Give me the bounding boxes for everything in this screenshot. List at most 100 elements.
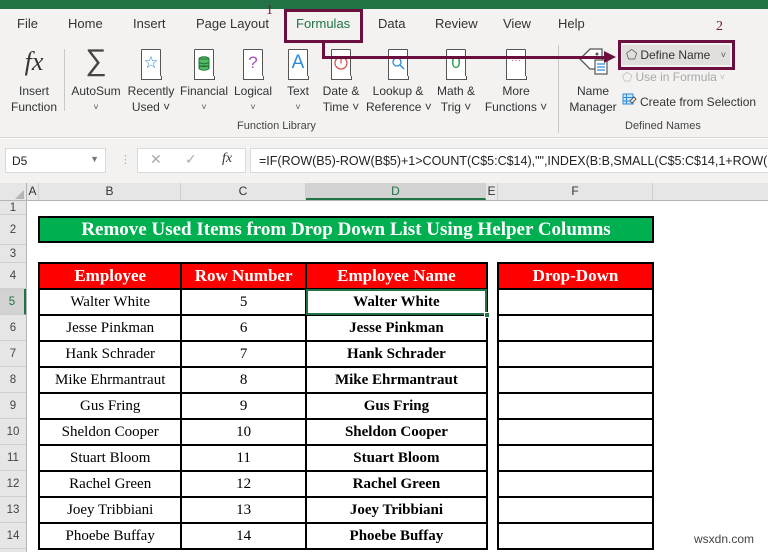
cell-drop-down[interactable] [497,392,654,420]
row-header[interactable]: 6 [0,315,26,341]
cell-employee[interactable]: Rachel Green [37,470,183,498]
tab-data[interactable]: Data [378,16,405,31]
row-header[interactable]: 9 [0,393,26,419]
column-header-a[interactable]: A [27,183,39,200]
tab-home[interactable]: Home [68,16,103,31]
cell-drop-down[interactable] [497,366,654,394]
cell-drop-down[interactable] [497,314,654,342]
tab-help[interactable]: Help [558,16,585,31]
cell-drop-down[interactable] [497,470,654,498]
cell-row-number[interactable]: 6 [180,314,307,342]
insert-function-fx-icon[interactable]: fx [222,151,232,167]
math-trig-button[interactable]: 0 Math & Trig ˅ [434,43,478,115]
cell-employee[interactable]: Sheldon Cooper [37,418,183,446]
cell-employee[interactable]: Hank Schrader [37,340,183,368]
row-header[interactable]: 5 [0,289,26,315]
select-all-corner[interactable] [0,183,27,200]
cell-employee[interactable]: Joey Tribbiani [37,496,183,524]
fill-handle[interactable] [484,312,490,318]
row-header[interactable]: 8 [0,367,26,393]
row-header[interactable]: 13 [0,497,26,523]
cell-employee-name[interactable]: Sheldon Cooper [304,418,489,446]
cell-employee-name[interactable]: Hank Schrader [304,340,489,368]
cell-employee-name[interactable]: Jesse Pinkman [304,314,489,342]
row-header[interactable]: 10 [0,419,26,445]
financial-button[interactable]: Financial ˅ [178,43,230,115]
cell-row-number[interactable]: 12 [180,470,307,498]
cell-employee[interactable]: Gus Fring [37,392,183,420]
cell-employee-name[interactable]: Rachel Green [304,470,489,498]
header-drop-down[interactable]: Drop-Down [497,262,654,290]
cell-employee[interactable]: Stuart Bloom [37,444,183,472]
row-header[interactable]: 1 [0,201,26,215]
annotation-arrow-line [322,56,607,59]
name-box-dropdown-icon[interactable]: ▼ [90,154,99,164]
cell-drop-down[interactable] [497,522,654,550]
cell-employee-name[interactable]: Mike Ehrmantraut [304,366,489,394]
autosum-button[interactable]: ∑ AutoSum ˅ [69,43,123,115]
cell-employee-name[interactable]: Stuart Bloom [304,444,489,472]
table-row: Stuart Bloom 11 Stuart Bloom [37,444,489,472]
table-row: Sheldon Cooper 10 Sheldon Cooper [37,418,489,446]
tab-page-layout[interactable]: Page Layout [196,16,269,31]
logical-button[interactable]: ? Logical ˅ [230,43,276,115]
more-functions-button[interactable]: ··· More Functions ˅ [482,43,550,115]
cell-employee-name[interactable]: Joey Tribbiani [304,496,489,524]
tab-view[interactable]: View [503,16,531,31]
column-header-c[interactable]: C [181,183,306,200]
cell-drop-down[interactable] [497,288,654,316]
row-header[interactable]: 12 [0,471,26,497]
cell-row-number[interactable]: 5 [180,288,307,316]
row-header[interactable]: 3 [0,245,26,263]
column-header-b[interactable]: B [39,183,181,200]
tab-file[interactable]: File [17,16,38,31]
cell-drop-down[interactable] [497,418,654,446]
table-row: Mike Ehrmantraut 8 Mike Ehrmantraut [37,366,489,394]
insert-function-button[interactable]: fx Insert Function [8,43,60,115]
name-box[interactable]: D5 ▼ [5,148,106,173]
row-header[interactable]: 14 [0,523,26,549]
cell-row-number[interactable]: 9 [180,392,307,420]
cell-employee[interactable]: Walter White [37,288,183,316]
table-row [497,366,654,394]
row-header[interactable]: 2 [0,215,26,245]
cell-drop-down[interactable] [497,444,654,472]
cell-drop-down[interactable] [497,496,654,524]
header-employee-name[interactable]: Employee Name [304,262,489,290]
cell-employee[interactable]: Phoebe Buffay [37,522,183,550]
row-header[interactable]: 11 [0,445,26,471]
cell-drop-down[interactable] [497,340,654,368]
row-header[interactable]: 7 [0,341,26,367]
cell-row-number[interactable]: 13 [180,496,307,524]
sheet-title[interactable]: Remove Used Items from Drop Down List Us… [38,216,654,243]
cancel-icon[interactable]: ✕ [150,152,162,168]
cell-row-number[interactable]: 11 [180,444,307,472]
table-row [497,340,654,368]
enter-check-icon[interactable]: ✓ [185,152,197,168]
row-header[interactable]: 4 [0,263,26,289]
formula-input[interactable]: =IF(ROW(B5)-ROW(B$5)+1>COUNT(C$5:C$14),"… [250,148,768,173]
text-button[interactable]: A Text ˅ [280,43,316,115]
column-header-f[interactable]: F [498,183,653,200]
use-in-formula-button[interactable]: ⬠ Use in Formula ˅ [622,70,725,84]
tab-review[interactable]: Review [435,16,478,31]
cell-row-number[interactable]: 14 [180,522,307,550]
formula-bar-grip-icon[interactable]: ⋮ [120,153,131,166]
cell-employee-name[interactable]: Phoebe Buffay [304,522,489,550]
column-header-e[interactable]: E [486,183,498,200]
recently-used-button[interactable]: ☆ Recently Used ˅ [124,43,178,115]
cell-employee[interactable]: Mike Ehrmantraut [37,366,183,394]
header-row-number[interactable]: Row Number [180,262,307,290]
tab-insert[interactable]: Insert [133,16,166,31]
cell-employee-name[interactable]: Gus Fring [304,392,489,420]
table-row: Hank Schrader 7 Hank Schrader [37,340,489,368]
lookup-reference-button[interactable]: Lookup & Reference ˅ [366,43,432,115]
cell-row-number[interactable]: 10 [180,418,307,446]
cell-row-number[interactable]: 7 [180,340,307,368]
cell-row-number[interactable]: 8 [180,366,307,394]
column-header-d[interactable]: D [306,183,486,200]
selected-cell-d5[interactable]: Walter White [304,288,490,318]
header-employee[interactable]: Employee [37,262,183,290]
cell-employee[interactable]: Jesse Pinkman [37,314,183,342]
create-from-selection-button[interactable]: Create from Selection [622,93,756,110]
